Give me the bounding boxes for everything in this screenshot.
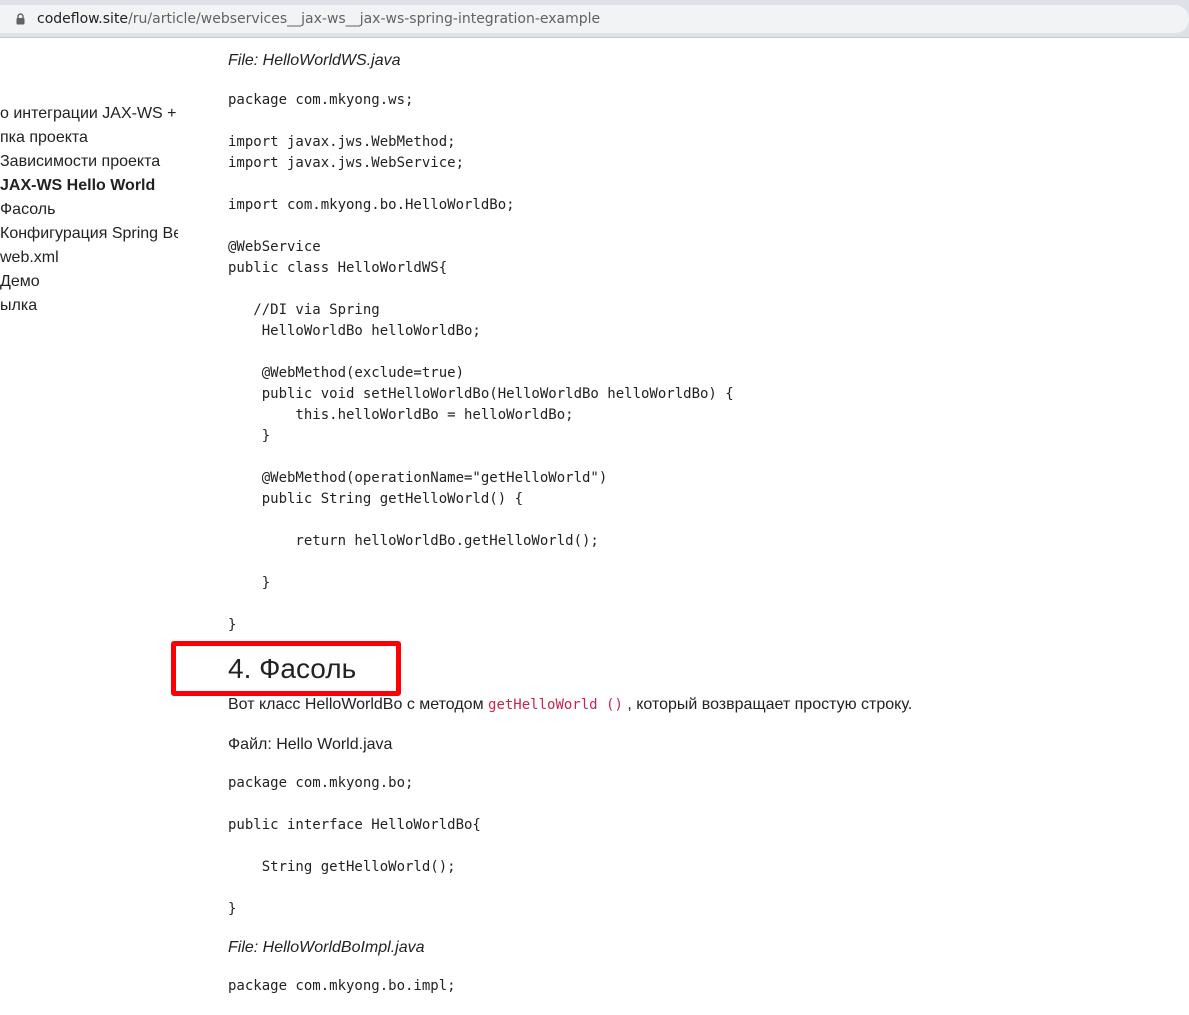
toc-item-web-xml[interactable]: web.xml: [0, 246, 178, 270]
toc-item-jaxws-hello-world[interactable]: JAX-WS Hello World: [0, 174, 178, 198]
toc-item-project-structure[interactable]: пка проекта: [0, 126, 178, 150]
paragraph-text-before: Вот класс HelloWorldBo с методом: [228, 696, 489, 713]
address-bar[interactable]: codeflow.site/ru/article/webservices__ja…: [0, 5, 1189, 33]
section-paragraph: Вот класс HelloWorldBo с методом getHell…: [228, 695, 912, 715]
url-path: /ru/article/webservices__jax-ws__jax-ws-…: [128, 11, 601, 27]
code-block-helloworldws: package com.mkyong.ws; import javax.jws.…: [228, 92, 734, 633]
toc-item-intro[interactable]: о интеграции JAX-WS + S: [0, 102, 178, 126]
lock-icon: [16, 13, 25, 25]
toolbar-divider: [0, 37, 1189, 38]
file-label-helloworld: Файл: Hello World.java: [228, 736, 393, 753]
table-of-contents: о интеграции JAX-WS + S пка проекта Зави…: [0, 102, 178, 318]
url-text[interactable]: codeflow.site/ru/article/webservices__ja…: [37, 10, 600, 28]
code-block-helloworldbo: package com.mkyong.bo; public interface …: [228, 775, 481, 917]
toc-item-dependencies[interactable]: Зависимости проекта: [0, 150, 178, 174]
red-highlight-box: [171, 641, 401, 696]
file-label-helloworldws: File: HelloWorldWS.java: [228, 52, 401, 69]
browser-toolbar: codeflow.site/ru/article/webservices__ja…: [0, 0, 1189, 38]
paragraph-text-after: , который возвращает простую строку.: [622, 696, 913, 713]
toc-item-demo[interactable]: Демо: [0, 270, 178, 294]
toc-item-spring-config[interactable]: Конфигурация Spring Be: [0, 222, 178, 246]
toc-item-bean[interactable]: Фасоль: [0, 198, 178, 222]
file-label-helloworldboimpl: File: HelloWorldBoImpl.java: [228, 939, 425, 956]
inline-code-method: getHelloWorld (): [488, 697, 623, 713]
code-block-helloworldboimpl: package com.mkyong.bo.impl;: [228, 978, 456, 994]
url-host: codeflow.site: [37, 11, 129, 27]
toc-item-link[interactable]: ылка: [0, 294, 178, 318]
